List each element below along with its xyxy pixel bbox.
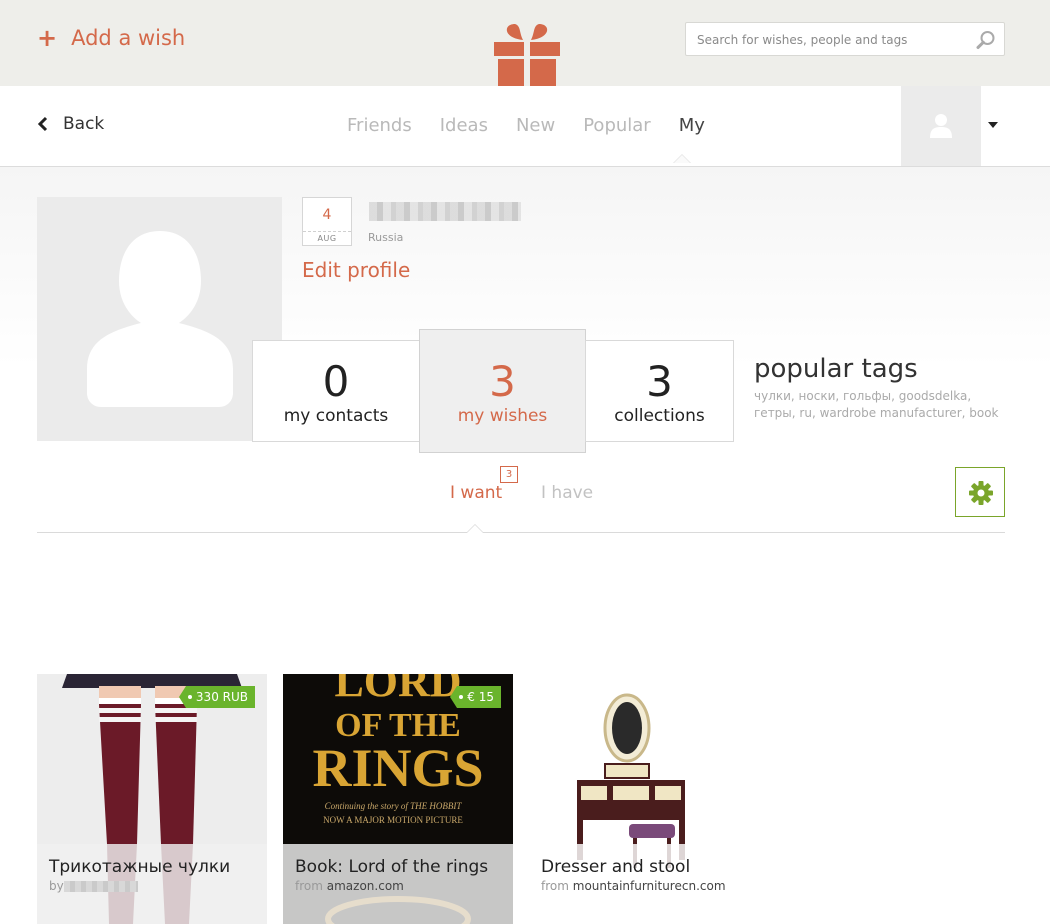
price-tag: € 15	[450, 686, 501, 708]
card-title: Dresser and stool	[541, 857, 691, 877]
add-wish-label: Add a wish	[71, 26, 186, 50]
stat-collections[interactable]: 3 collections	[585, 340, 734, 442]
avatar-placeholder-icon	[87, 231, 233, 407]
back-label: Back	[63, 114, 105, 134]
card-source-prefix: from	[295, 879, 323, 893]
card-title: Book: Lord of the rings	[295, 857, 489, 877]
back-button[interactable]: Back	[37, 114, 104, 134]
user-menu-button[interactable]	[901, 86, 981, 166]
avatar	[37, 197, 282, 441]
card-source-prefix: by	[49, 879, 64, 893]
user-name-redacted	[369, 202, 521, 221]
birthday-date: 4 AUG	[302, 197, 352, 246]
tab-i-have[interactable]: I have	[541, 483, 593, 503]
user-country: Russia	[368, 231, 404, 244]
tab-ideas[interactable]: Ideas	[440, 115, 488, 136]
tab-popular[interactable]: Popular	[583, 115, 651, 136]
wish-card[interactable]: Dresser and stool from mountainfurniture…	[529, 674, 759, 924]
card-author-redacted	[63, 881, 138, 892]
wishes-count: 3	[489, 357, 516, 406]
tab-i-want[interactable]: I want	[450, 483, 502, 503]
edit-profile-link[interactable]: Edit profile	[302, 258, 410, 282]
wish-card[interactable]: LORD OF THE RINGS Continuing the story o…	[283, 674, 513, 924]
section-divider	[37, 532, 1005, 533]
active-tab-indicator	[673, 154, 691, 163]
nav-tabs: Friends Ideas New Popular My	[347, 115, 733, 136]
want-count-badge: 3	[500, 466, 518, 483]
popular-tags-list[interactable]: чулки, носки, гольфы, goodsdelka, гетры,…	[754, 388, 1014, 422]
dropdown-arrow-icon[interactable]	[988, 122, 998, 128]
tab-new[interactable]: New	[516, 115, 555, 136]
contacts-count: 0	[322, 357, 350, 406]
gear-icon	[969, 481, 993, 505]
search-icon[interactable]	[976, 30, 996, 50]
top-bar: + Add a wish	[0, 0, 1050, 86]
price-tag: 330 RUB	[178, 686, 255, 708]
wish-card[interactable]: 330 RUB Трикотажные чулки by	[37, 674, 267, 924]
gift-logo-icon[interactable]	[493, 22, 561, 86]
active-wish-tab-indicator	[466, 524, 484, 533]
collections-label: collections	[614, 406, 705, 426]
card-source-domain[interactable]: mountainfurniturecn.com	[573, 879, 726, 893]
cover-subtitle-2: NOW A MAJOR MOTION PICTURE	[323, 815, 463, 825]
cover-title-1: LORD	[334, 674, 461, 706]
stat-wishes[interactable]: 3 my wishes	[419, 329, 586, 453]
card-caption: Dresser and stool from mountainfurniture…	[529, 844, 759, 924]
cover-subtitle-1: Continuing the story of THE HOBBIT	[325, 801, 463, 811]
chevron-left-icon	[37, 116, 48, 132]
card-title: Трикотажные чулки	[49, 857, 231, 877]
birthday-day: 4	[322, 207, 332, 223]
card-source-prefix: from	[541, 879, 569, 893]
nav-bar: Back Friends Ideas New Popular My	[0, 86, 1050, 167]
tab-my[interactable]: My	[679, 115, 705, 136]
stat-contacts[interactable]: 0 my contacts	[252, 340, 420, 442]
user-icon	[930, 114, 952, 138]
card-source-domain[interactable]: amazon.com	[327, 879, 404, 893]
card-caption: Book: Lord of the rings from amazon.com	[283, 844, 513, 924]
card-source: by	[49, 879, 255, 893]
settings-button[interactable]	[955, 467, 1005, 517]
tab-friends[interactable]: Friends	[347, 115, 412, 136]
collections-count: 3	[646, 357, 673, 406]
wishes-label: my wishes	[457, 406, 548, 426]
birthday-month: AUG	[303, 231, 351, 245]
popular-tags-title: popular tags	[754, 354, 918, 384]
card-source: from amazon.com	[295, 879, 501, 893]
search-input[interactable]	[697, 31, 967, 49]
card-source: from mountainfurniturecn.com	[541, 879, 747, 893]
card-caption: Трикотажные чулки by	[37, 844, 267, 924]
plus-icon: +	[37, 24, 58, 52]
add-wish-button[interactable]: + Add a wish	[37, 26, 185, 50]
contacts-label: my contacts	[283, 406, 389, 426]
search-box[interactable]	[685, 22, 1005, 56]
cover-title-3: RINGS	[312, 738, 483, 798]
